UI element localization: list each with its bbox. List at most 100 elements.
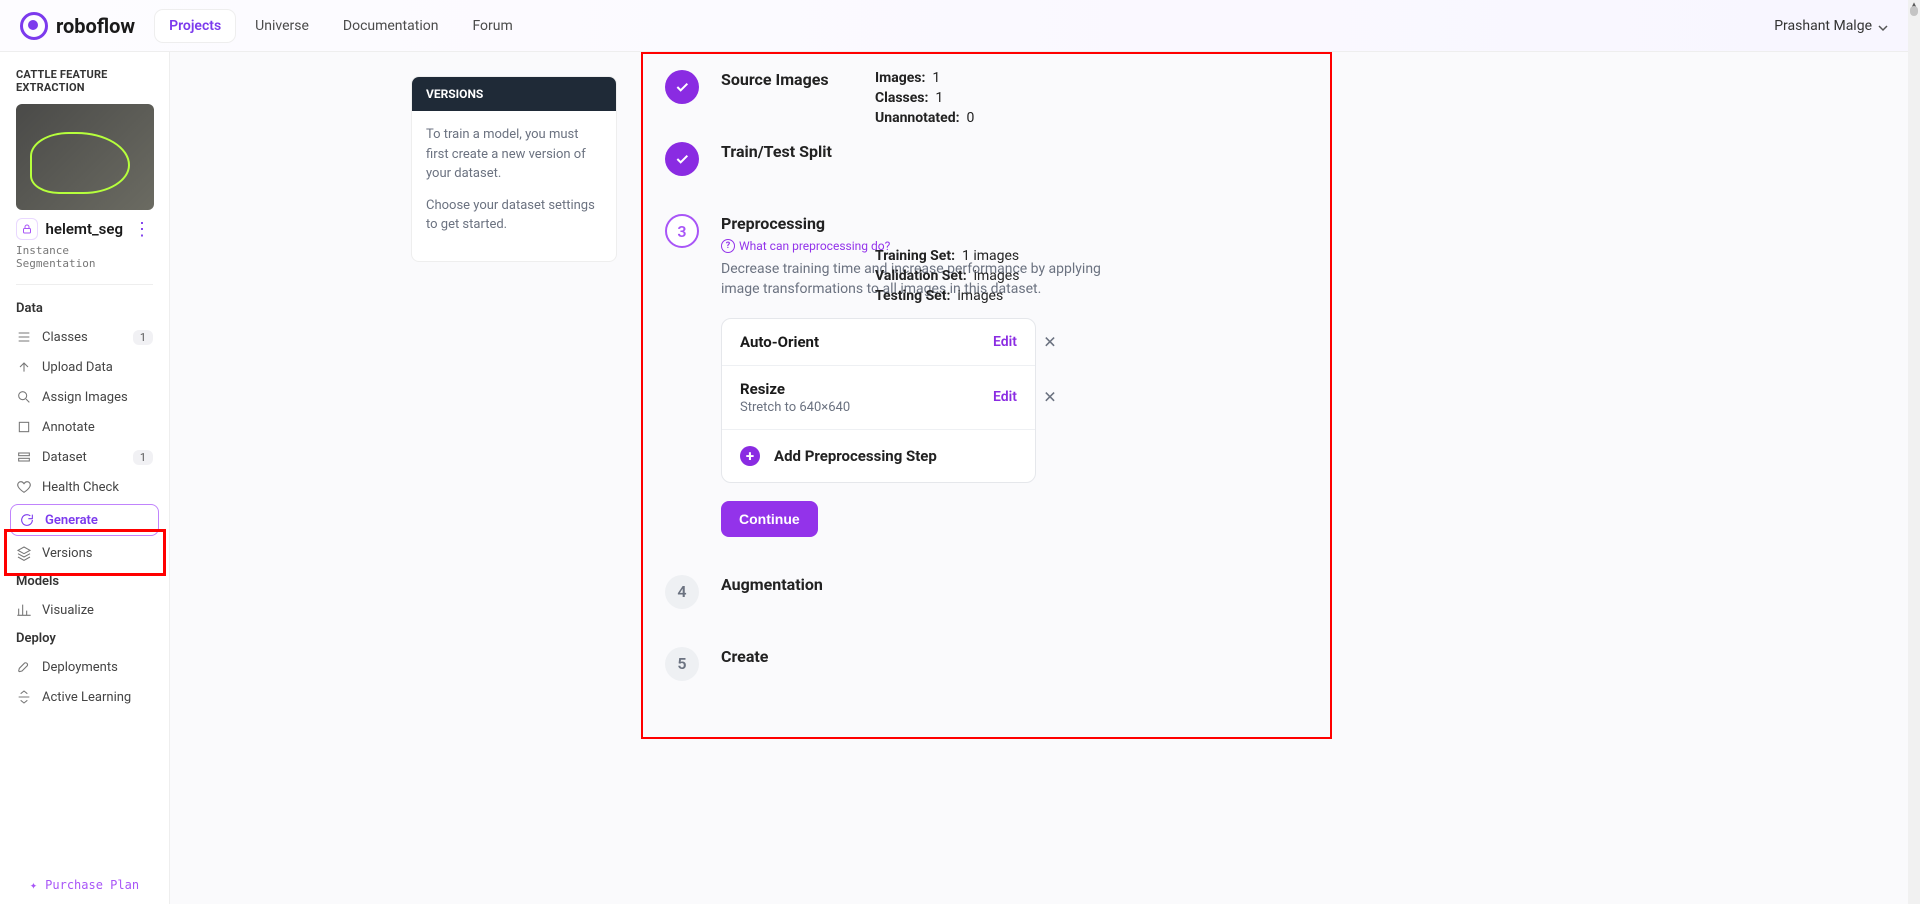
chevron-down-icon (1878, 23, 1888, 29)
label: Classes (42, 330, 88, 345)
label: Active Learning (42, 690, 131, 705)
section-models: Models (0, 568, 169, 595)
search-icon (16, 389, 32, 405)
project-type: Instance Segmentation (0, 242, 169, 280)
label: Purchase Plan (45, 878, 139, 892)
chart-icon (16, 602, 32, 618)
classes-val: 1 (935, 90, 943, 106)
sidebar-item-visualize[interactable]: Visualize (0, 595, 169, 625)
plus-icon: + (740, 446, 760, 466)
project-thumbnail[interactable] (16, 104, 154, 210)
list-icon (16, 329, 32, 345)
label: Annotate (42, 420, 95, 435)
sidebar: CATTLE FEATURE EXTRACTION helemt_seg ⋮ I… (0, 52, 170, 904)
upload-icon (16, 359, 32, 375)
section-data: Data (0, 295, 169, 322)
heart-icon (16, 479, 32, 495)
label: What can preprocessing do? (739, 239, 890, 253)
badge: 1 (133, 330, 153, 345)
sidebar-item-annotate[interactable]: Annotate (0, 412, 169, 442)
badge: 1 (133, 450, 153, 465)
remove-resize[interactable]: ✕ (1041, 388, 1059, 407)
kebab-icon[interactable]: ⋮ (131, 219, 153, 240)
sidebar-item-deployments[interactable]: Deployments (0, 652, 169, 682)
images-label: Images: (875, 70, 925, 86)
valid-val: images (974, 268, 1020, 284)
preprocess-auto-orient: Auto-Orient Edit ✕ (722, 319, 1035, 366)
edit-auto-orient[interactable]: Edit (993, 334, 1017, 350)
rocket-icon (16, 659, 32, 675)
vertical-scrollbar[interactable]: ▴ (1908, 0, 1920, 904)
sidebar-item-active-learning[interactable]: Active Learning (0, 682, 169, 712)
label: Dataset (42, 450, 87, 465)
train-val: 1 images (962, 248, 1019, 264)
workspace-name: CATTLE FEATURE EXTRACTION (0, 62, 169, 104)
remove-auto-orient[interactable]: ✕ (1041, 332, 1059, 351)
sidebar-item-versions[interactable]: Versions (0, 538, 169, 568)
recycle-icon (16, 689, 32, 705)
user-menu[interactable]: Prashant Malge (1774, 18, 1888, 34)
sidebar-item-classes[interactable]: Classes 1 (0, 322, 169, 352)
continue-button[interactable]: Continue (721, 501, 818, 537)
step2-badge-done (665, 142, 699, 176)
user-name: Prashant Malge (1774, 18, 1872, 34)
label: Health Check (42, 480, 119, 495)
sidebar-item-generate[interactable]: Generate (10, 504, 159, 536)
lock-icon (16, 218, 38, 240)
add-preprocessing-step[interactable]: + Add Preprocessing Step (722, 430, 1035, 482)
section-deploy: Deploy (0, 625, 169, 652)
label: Deployments (42, 660, 118, 675)
test-val: images (957, 288, 1003, 304)
valid-label: Validation Set: (875, 268, 967, 284)
classes-label: Classes: (875, 90, 928, 106)
step2-title: Train/Test Split (721, 142, 1308, 161)
unannotated-label: Unannotated: (875, 110, 960, 126)
question-icon: ? (721, 239, 735, 253)
edit-resize[interactable]: Edit (993, 389, 1017, 405)
steps-panel: Source Images Images: 1 Classes: 1 Unann… (641, 52, 1332, 713)
train-label: Training Set: (875, 248, 955, 264)
stack-icon (16, 449, 32, 465)
step1-title: Source Images (721, 70, 1308, 89)
sidebar-item-dataset[interactable]: Dataset 1 (0, 442, 169, 472)
label: Add Preprocessing Step (774, 447, 937, 465)
step3-badge-current: 3 (665, 214, 699, 248)
versions-card: VERSIONS To train a model, you must firs… (411, 76, 617, 262)
images-val: 1 (932, 70, 940, 86)
main-content: VERSIONS To train a model, you must firs… (170, 52, 1908, 904)
layers-icon (16, 545, 32, 561)
project-name: helemt_seg (46, 220, 124, 238)
label: Resize (740, 380, 850, 398)
brand-name: roboflow (56, 14, 135, 38)
step5-title: Create (721, 647, 1308, 666)
preprocessing-list: Auto-Orient Edit ✕ Resize Stretch to 640… (721, 318, 1036, 483)
refresh-icon (19, 512, 35, 528)
step4-badge: 4 (665, 575, 699, 609)
step3-title: Preprocessing (721, 214, 1308, 233)
brand-logo[interactable]: roboflow (20, 12, 135, 40)
sidebar-item-assign[interactable]: Assign Images (0, 382, 169, 412)
nav-forum[interactable]: Forum (458, 10, 526, 42)
nav-links: Projects Universe Documentation Forum (155, 10, 527, 42)
label: Visualize (42, 603, 94, 618)
sidebar-item-health[interactable]: Health Check (0, 472, 169, 502)
scrollbar-thumb[interactable] (1910, 6, 1918, 16)
nav-universe[interactable]: Universe (241, 10, 323, 42)
test-label: Testing Set: (875, 288, 950, 304)
label: Assign Images (42, 390, 128, 405)
step5-badge: 5 (665, 647, 699, 681)
versions-card-title: VERSIONS (412, 77, 616, 111)
nav-documentation[interactable]: Documentation (329, 10, 453, 42)
nav-projects[interactable]: Projects (155, 10, 235, 42)
purchase-plan[interactable]: ✦ Purchase Plan (0, 870, 169, 900)
step4-title: Augmentation (721, 575, 1308, 594)
label: Upload Data (42, 360, 113, 375)
box-icon (16, 419, 32, 435)
top-nav: roboflow Projects Universe Documentation… (0, 0, 1908, 52)
versions-card-p2: Choose your dataset settings to get star… (426, 196, 602, 235)
versions-card-p1: To train a model, you must first create … (426, 125, 602, 184)
step1-badge-done (665, 70, 699, 104)
sidebar-item-upload[interactable]: Upload Data (0, 352, 169, 382)
label: Versions (42, 546, 92, 561)
label: Generate (45, 513, 98, 528)
